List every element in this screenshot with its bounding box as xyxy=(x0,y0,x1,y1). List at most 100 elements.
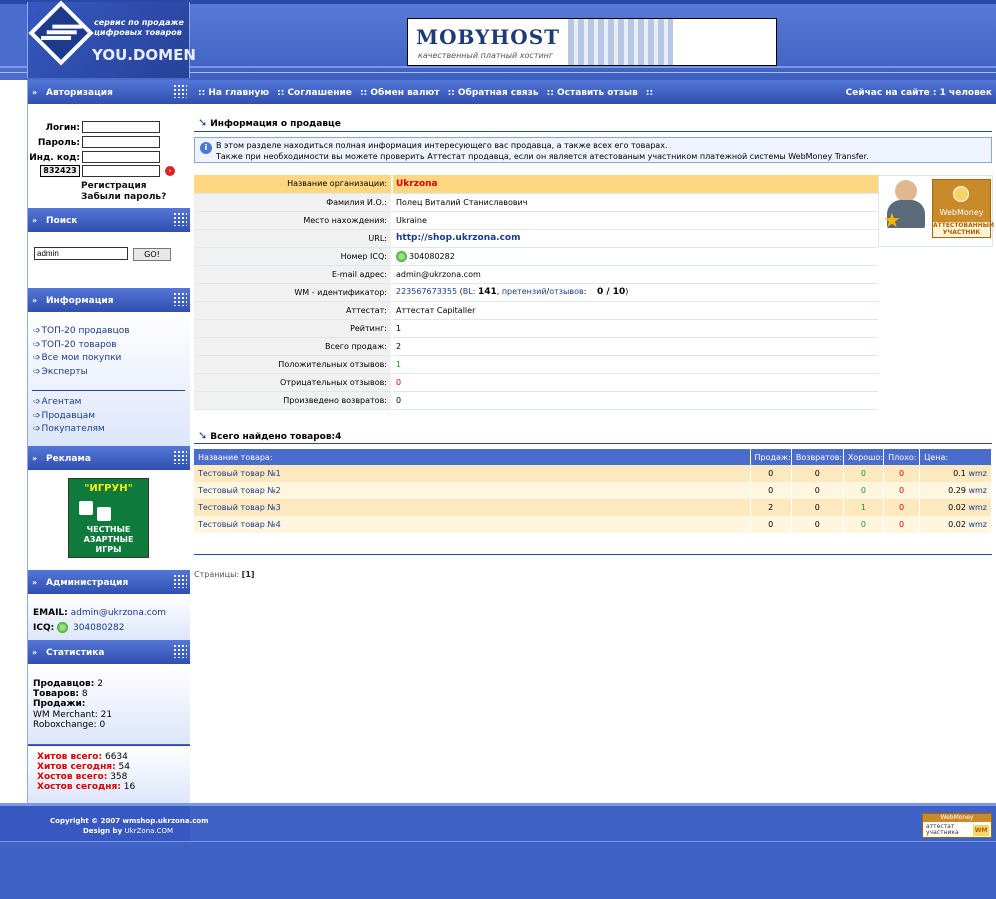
goods-link[interactable]: Тестовый товар №1 xyxy=(198,469,281,478)
login-input[interactable] xyxy=(82,121,160,133)
notice-line2: Также при необходимости вы можете провер… xyxy=(216,152,869,161)
search-go-button[interactable]: GO! xyxy=(133,248,171,261)
dice-icon xyxy=(79,501,93,515)
menu-top-goods[interactable]: ➩ТОП-20 товаров xyxy=(33,340,117,350)
claims-link[interactable]: претензий xyxy=(502,287,547,296)
hosts-total-label: Хостов всего: xyxy=(37,772,108,782)
goods-link[interactable]: Тестовый товар №4 xyxy=(198,520,281,529)
captcha-input[interactable] xyxy=(82,165,160,177)
stat-sellers-value: 2 xyxy=(97,679,103,689)
field-label: Место нахождения: xyxy=(194,211,393,230)
field-label: Рейтинг: xyxy=(194,319,393,338)
nav-exchange[interactable]: :: Обмен валют xyxy=(360,88,439,98)
ad-title: Реклама xyxy=(46,454,91,464)
goods-link[interactable]: Тестовый товар №2 xyxy=(198,486,281,495)
logo-tagline-line1: сервис по продаже xyxy=(94,18,184,27)
goods-price: 0.1 wmz xyxy=(919,465,992,482)
seller-avatar-box: ★ WebMoney АТТЕСТОВАННЫЙ УЧАСТНИК xyxy=(878,175,994,247)
currency-link[interactable]: wmz xyxy=(968,520,987,529)
hosting-banner[interactable]: MOBYHOST качественный платный хостинг xyxy=(407,18,777,66)
goods-sales: 0 xyxy=(750,482,792,499)
arrow-right-icon: ➩ xyxy=(33,411,41,421)
admin-icq-link[interactable]: 304080282 xyxy=(73,623,125,633)
field-value: Ukrzona xyxy=(392,175,878,194)
forgot-password-link[interactable]: Забыли пароль? xyxy=(81,192,166,202)
admin-title: Администрация xyxy=(46,578,129,588)
col-good: Хорошо: xyxy=(843,449,885,465)
login-go-icon[interactable]: › xyxy=(165,166,175,176)
field-label: Всего продаж: xyxy=(194,337,393,356)
arrow-down-right-icon: ➘ xyxy=(198,116,208,129)
arrow-right-icon: ➩ xyxy=(33,326,41,336)
currency-link[interactable]: wmz xyxy=(968,486,987,495)
goods-sales: 0 xyxy=(750,516,792,533)
table-row: Фамилия И.О.: Полец Виталий Станиславови… xyxy=(194,193,878,212)
menu-label: Агентам xyxy=(41,397,82,407)
menu-top-sellers[interactable]: ➩ТОП-20 продавцов xyxy=(33,326,130,336)
admin-email-link[interactable]: admin@ukrzona.com xyxy=(71,608,166,618)
menu-label: ТОП-20 товаров xyxy=(41,340,117,350)
design-link[interactable]: UkrZona.COM xyxy=(125,827,174,835)
menu-agents[interactable]: ➩Агентам xyxy=(33,397,81,407)
ad-banner[interactable]: "ИГРУН" ЧЕСТНЫЕ АЗАРТНЫЕ ИГРЫ xyxy=(68,478,149,558)
double-arrow-icon: » xyxy=(32,454,38,463)
ad-header: » Реклама xyxy=(28,446,191,470)
nav-leave-review[interactable]: :: Оставить отзыв xyxy=(547,88,638,98)
wm-id-link[interactable]: 223567673355 xyxy=(396,287,457,296)
admin-email-row: EMAIL: admin@ukrzona.com xyxy=(33,608,166,618)
webmoney-footer-badge[interactable]: WebMoney аттестат участника WM xyxy=(922,813,992,838)
nav-feedback[interactable]: :: Обратная связь xyxy=(448,88,539,98)
site-logo[interactable]: сервис по продаже цифровых товаров YOU.D… xyxy=(27,0,196,78)
seller-table: Название организации: Ukrzona Фамилия И.… xyxy=(194,175,878,410)
register-link[interactable]: Регистрация xyxy=(81,181,147,191)
icq-flower-icon xyxy=(57,622,69,633)
arrow-right-icon: ➩ xyxy=(33,424,41,434)
arrow-right-icon: ➩ xyxy=(33,367,41,377)
dots-icon xyxy=(173,292,187,306)
field-value: Полец Виталий Станиславович xyxy=(392,193,878,212)
webmoney-badge[interactable]: WebMoney АТТЕСТОВАННЫЙ УЧАСТНИК xyxy=(932,179,994,238)
table-row: Тестовый товар №4 0 0 0 0 0.02 wmz xyxy=(194,516,992,533)
bl-value: 141 xyxy=(477,287,497,297)
nav-home[interactable]: :: На главную xyxy=(198,88,269,98)
dots-icon xyxy=(173,212,187,226)
currency-link[interactable]: wmz xyxy=(968,503,987,512)
price-value: 0.02 xyxy=(948,503,966,512)
currency-link[interactable]: wmz xyxy=(968,469,987,478)
code-label: Инд. код: xyxy=(29,153,80,163)
field-value: 223567673355 (BL: 141, претензий/отзывов… xyxy=(392,283,878,302)
goods-name-cell: Тестовый товар №4 xyxy=(194,516,751,533)
menu-buyers[interactable]: ➩Покупателям xyxy=(33,424,105,434)
menu-sellers[interactable]: ➩Продавцам xyxy=(33,411,95,421)
hits-today: Хитов сегодня: 54 xyxy=(37,762,130,772)
wm-footer-title: WebMoney xyxy=(923,814,991,822)
seller-url-link[interactable]: http://shop.ukrzona.com xyxy=(396,233,520,243)
double-arrow-icon: » xyxy=(32,216,38,225)
field-value: 0 xyxy=(392,391,878,410)
auth-panel: Логин: Пароль: Инд. код: 832423 › Регист… xyxy=(28,104,190,208)
field-value: 2 xyxy=(392,337,878,356)
code-input[interactable] xyxy=(82,151,160,163)
col-name: Название товара: xyxy=(194,449,751,465)
goods-name-cell: Тестовый товар №2 xyxy=(194,482,751,499)
password-input[interactable] xyxy=(82,136,160,148)
search-title: Поиск xyxy=(46,216,78,226)
menu-my-purchases[interactable]: ➩Все мои покупки xyxy=(33,353,121,363)
field-label: Номер ICQ: xyxy=(194,247,393,266)
arrow-right-icon: ➩ xyxy=(33,397,41,407)
stats-title: Статистика xyxy=(46,648,105,658)
goods-link[interactable]: Тестовый товар №3 xyxy=(198,503,281,512)
stat-sales-label-text: Продажи: xyxy=(33,699,86,709)
search-input[interactable] xyxy=(34,247,128,260)
avatar xyxy=(895,180,917,202)
field-value: 1 xyxy=(392,319,878,338)
menu-experts[interactable]: ➩Эксперты xyxy=(33,367,88,377)
table-row: Отрицательных отзывов: 0 xyxy=(194,373,878,392)
field-label: Название организации: xyxy=(194,175,393,194)
field-label: Аттестат: xyxy=(194,301,393,320)
reviews-link[interactable]: отзывов xyxy=(549,287,583,296)
page-link[interactable]: [1] xyxy=(242,570,255,579)
nav-agreement[interactable]: :: Соглашение xyxy=(277,88,352,98)
double-arrow-icon: » xyxy=(32,296,38,305)
hits-today-value: 54 xyxy=(118,762,130,772)
